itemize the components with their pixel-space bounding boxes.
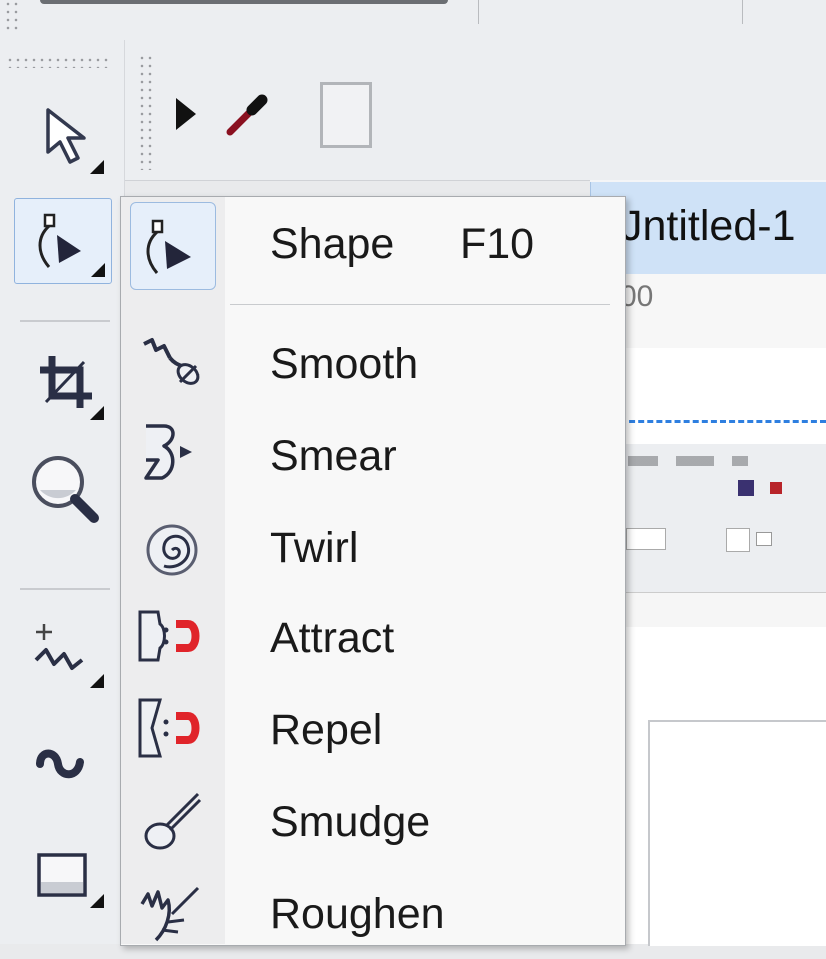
flyout-items: Shape F10 Smooth Smear Twirl Attract Rep… [120,196,624,944]
pointer-arrow-icon [46,108,86,164]
top-toolbar [0,0,826,41]
smear-tool-icon [132,416,212,496]
menu-item-label: Twirl [270,524,359,572]
menu-item-label: Shape [270,220,395,268]
menu-item-label: Smudge [270,798,431,846]
menu-item-repel[interactable]: Repel [120,686,624,774]
property-bar [124,40,826,181]
thumbnail-field [756,532,772,546]
menu-item-attract[interactable]: Attract [120,594,624,682]
color-swatch[interactable] [320,82,372,148]
repel-tool-icon [132,690,212,770]
menu-item-label: Smear [270,432,397,480]
menu-item-label: Repel [270,706,383,754]
menu-item-shortcut: F10 [460,220,535,268]
artistic-media-icon [36,749,84,779]
rectangle-icon [37,853,87,897]
crop-tool[interactable] [14,342,110,426]
twirl-tool-icon [132,508,212,588]
roughen-tool-icon [132,874,212,954]
freehand-icon [34,624,84,670]
crop-icon [40,356,92,408]
menu-item-smooth[interactable]: Smooth [120,320,624,408]
smooth-tool-icon [132,324,212,404]
toolbox-separator [20,320,110,322]
toolbar-grip[interactable] [138,54,152,170]
attract-tool-icon [132,598,212,678]
flyout-corner-icon [91,263,105,277]
shape-tool-icon [130,202,216,290]
flyout-corner-icon [90,406,104,420]
flyout-corner-icon [90,674,104,688]
menu-item-twirl[interactable]: Twirl [120,504,624,592]
tab-title: Jntitled-1 [621,202,796,250]
thumbnail-icon [738,480,754,496]
thumbnail-field [726,528,750,552]
zoom-tool[interactable] [14,444,110,528]
menu-item-label: Attract [270,614,395,662]
menu-item-smudge[interactable]: Smudge [120,778,624,866]
embedded-screenshot [620,444,826,627]
freehand-tool[interactable] [14,610,110,694]
thumbnail-ruler [620,592,826,627]
menu-item-label: Roughen [270,890,445,938]
toolbox [0,40,125,944]
thumbnail-menu [628,456,818,466]
pick-tool[interactable] [14,96,110,180]
divider [742,0,743,24]
eyedropper-icon[interactable] [222,88,274,145]
smudge-tool-icon [132,782,212,862]
toolbox-grip[interactable] [6,56,110,68]
toolbox-separator [20,588,110,590]
flyout-corner-icon [90,894,104,908]
toolbar-grip[interactable] [4,0,20,34]
flyout-corner-icon [90,160,104,174]
thumbnail-field [626,528,666,550]
menu-item-shape[interactable]: Shape F10 [120,200,624,290]
artistic-media-tool[interactable] [14,720,110,804]
menu-item-label: Smooth [270,340,419,388]
ruler-ticks [624,338,824,340]
menu-item-roughen[interactable]: Roughen [120,870,624,958]
rectangle-tool[interactable] [14,830,110,914]
shape-tool[interactable] [14,198,112,284]
menu-item-smear[interactable]: Smear [120,412,624,500]
toolbar-control-edge [40,0,448,4]
shape-tool-icon [38,213,81,268]
thumbnail-icon [770,482,782,494]
play-arrow-icon[interactable] [174,94,198,139]
page-border-line [620,420,826,423]
magnifier-icon [32,456,99,523]
page-outline [648,720,826,946]
divider [478,0,479,24]
